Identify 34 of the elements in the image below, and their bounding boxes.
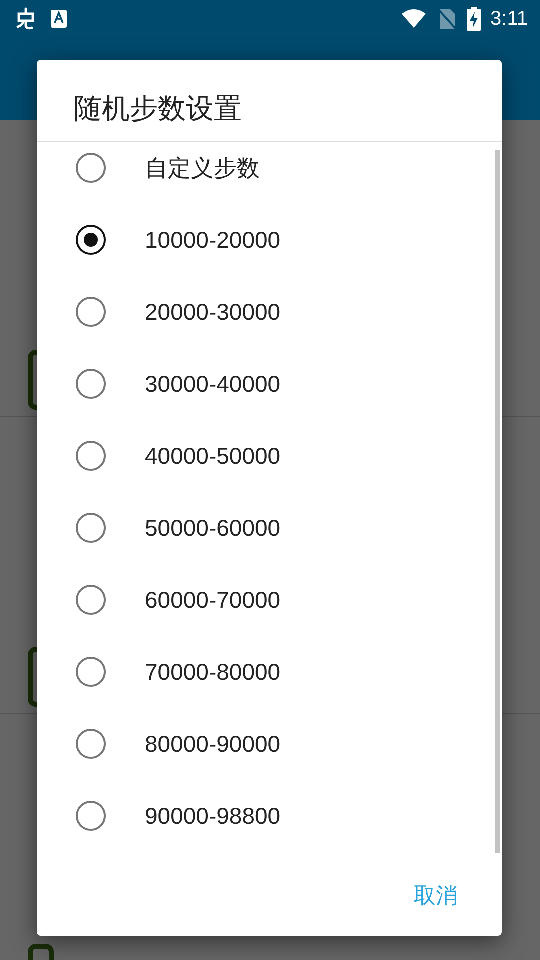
radio-option[interactable]: 90000-98800 bbox=[37, 780, 502, 852]
option-label: 70000-80000 bbox=[145, 658, 281, 686]
option-label: 90000-98800 bbox=[145, 802, 281, 830]
radio-button[interactable] bbox=[76, 801, 106, 831]
option-label: 60000-70000 bbox=[145, 586, 281, 614]
option-label: 80000-90000 bbox=[145, 730, 281, 758]
option-label: 30000-40000 bbox=[145, 370, 281, 398]
keyboard-icon bbox=[50, 9, 68, 29]
radio-button[interactable] bbox=[76, 513, 106, 543]
option-label: 40000-50000 bbox=[145, 442, 281, 470]
radio-button[interactable] bbox=[76, 153, 106, 183]
radio-option[interactable]: 80000-90000 bbox=[37, 708, 502, 780]
radio-button[interactable] bbox=[76, 585, 106, 615]
radio-button[interactable] bbox=[76, 657, 106, 687]
option-label: 自定义步数 bbox=[145, 154, 260, 182]
radio-button[interactable] bbox=[76, 441, 106, 471]
radio-button[interactable] bbox=[76, 297, 106, 327]
option-label: 10000-20000 bbox=[145, 226, 281, 254]
clock-time: 3:11 bbox=[490, 8, 528, 30]
dialog-title: 随机步数设置 bbox=[37, 60, 502, 142]
wifi-icon bbox=[400, 9, 427, 29]
option-label: 20000-30000 bbox=[145, 298, 281, 326]
battery-charging-icon bbox=[466, 7, 481, 31]
radio-option[interactable]: 30000-40000 bbox=[37, 348, 502, 420]
option-label: 50000-60000 bbox=[145, 514, 281, 542]
radio-option[interactable]: 10000-20000 bbox=[37, 204, 502, 276]
radio-option[interactable]: 70000-80000 bbox=[37, 636, 502, 708]
radio-option[interactable]: 60000-70000 bbox=[37, 564, 502, 636]
radio-button[interactable] bbox=[76, 369, 106, 399]
radio-option[interactable]: 50000-60000 bbox=[37, 492, 502, 564]
radio-button[interactable] bbox=[76, 225, 106, 255]
radio-button[interactable] bbox=[76, 729, 106, 759]
radio-option[interactable]: 40000-50000 bbox=[37, 420, 502, 492]
radio-option[interactable]: 20000-30000 bbox=[37, 276, 502, 348]
